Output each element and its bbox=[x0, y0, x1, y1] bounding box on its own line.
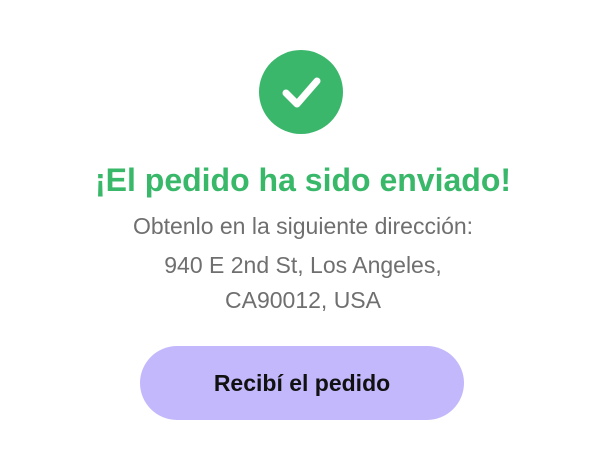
address-line-1: 940 E 2nd St, Los Angeles, bbox=[164, 252, 442, 278]
checkmark-circle-icon bbox=[259, 50, 343, 134]
address-intro: Obtenlo en la siguiente dirección: bbox=[132, 213, 474, 239]
order-received-button[interactable]: Recibí el pedido bbox=[140, 346, 464, 420]
order-received-button-label: Recibí el pedido bbox=[213, 369, 391, 396]
checkmark-icon bbox=[282, 77, 321, 108]
address-line-2: CA90012, USA bbox=[225, 287, 381, 313]
status-title: ¡El pedido ha sido enviado! bbox=[94, 162, 512, 198]
order-shipped-card: ¡El pedido ha sido enviado! Obtenlo en l… bbox=[0, 0, 606, 466]
